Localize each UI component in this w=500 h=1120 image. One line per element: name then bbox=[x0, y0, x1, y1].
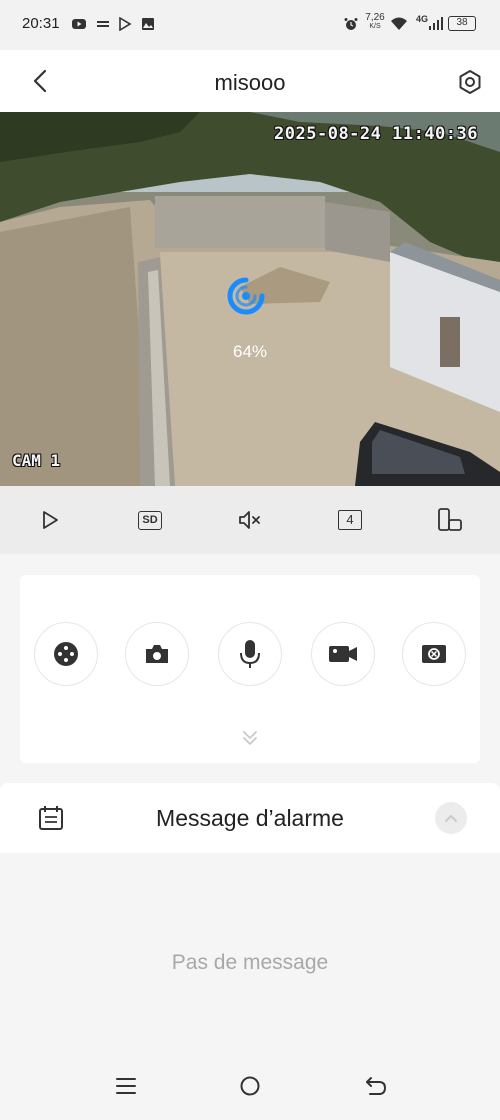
page-title: misooo bbox=[214, 70, 286, 95]
empty-state-text: Pas de message bbox=[171, 951, 329, 974]
play-store-icon bbox=[119, 17, 132, 31]
youtube-icon bbox=[72, 19, 86, 29]
message-icon bbox=[97, 21, 109, 27]
network-speed: 7,26 K/S bbox=[364, 13, 386, 31]
expand-chevron-icon[interactable] bbox=[240, 728, 260, 748]
rotate-screen-icon bbox=[438, 508, 462, 531]
menu-icon[interactable] bbox=[114, 1074, 138, 1098]
channel-button[interactable]: 4 bbox=[336, 506, 364, 534]
wifi-icon bbox=[391, 17, 407, 30]
channel-count: 4 bbox=[338, 510, 362, 530]
chevron-up-icon bbox=[445, 815, 457, 822]
ptz-icon bbox=[54, 642, 78, 666]
home-icon[interactable] bbox=[238, 1074, 262, 1098]
signal-icon bbox=[429, 17, 443, 30]
record-button[interactable] bbox=[311, 622, 375, 686]
system-nav-bar bbox=[0, 1048, 500, 1120]
play-button[interactable] bbox=[36, 506, 64, 534]
zoom-button[interactable] bbox=[402, 622, 466, 686]
battery-icon: 38 bbox=[448, 16, 476, 31]
status-bar: 20:31 7,26 K/S 4G 38 bbox=[0, 0, 500, 50]
quality-label: SD bbox=[138, 510, 162, 530]
status-time: 20:31 bbox=[22, 15, 60, 32]
microphone-icon bbox=[240, 640, 260, 668]
settings-button[interactable] bbox=[457, 69, 483, 95]
snapshot-icon bbox=[146, 645, 168, 663]
mute-button[interactable] bbox=[236, 506, 264, 534]
video-timestamp: 2025-08-24 11:40:36 bbox=[274, 124, 478, 144]
loading-percentage: 64% bbox=[232, 342, 268, 361]
actions-card bbox=[20, 575, 480, 763]
network-speed-value: 7,26 bbox=[365, 12, 385, 23]
zoom-icon bbox=[422, 645, 446, 663]
alarm-title: Message d’alarme bbox=[156, 805, 344, 831]
orientation-button[interactable] bbox=[436, 506, 464, 534]
gallery-icon bbox=[142, 18, 154, 30]
playback-control-bar: SD 4 bbox=[0, 486, 500, 554]
app-header: misooo bbox=[0, 50, 500, 112]
back-nav-icon[interactable] bbox=[364, 1074, 388, 1098]
microphone-button[interactable] bbox=[218, 622, 282, 686]
alarm-list: Pas de message bbox=[0, 853, 500, 1048]
speaker-muted-icon bbox=[239, 511, 260, 529]
quality-button[interactable]: SD bbox=[136, 506, 164, 534]
network-type: 4G bbox=[416, 14, 429, 24]
battery-level: 38 bbox=[456, 17, 468, 28]
video-record-icon bbox=[329, 646, 357, 662]
play-icon bbox=[43, 511, 58, 529]
alarm-clock-icon bbox=[344, 18, 358, 30]
camera-label: CAM 1 bbox=[12, 451, 61, 470]
snapshot-button[interactable] bbox=[125, 622, 189, 686]
collapse-button[interactable] bbox=[435, 802, 467, 834]
alarm-section-header: Message d’alarme bbox=[0, 783, 500, 853]
loading-spinner-icon bbox=[227, 277, 265, 315]
camera-video-feed[interactable]: 2025-08-24 11:40:36 CAM 1 64% bbox=[0, 112, 500, 486]
network-speed-unit: K/S bbox=[369, 23, 381, 30]
ptz-button[interactable] bbox=[34, 622, 98, 686]
